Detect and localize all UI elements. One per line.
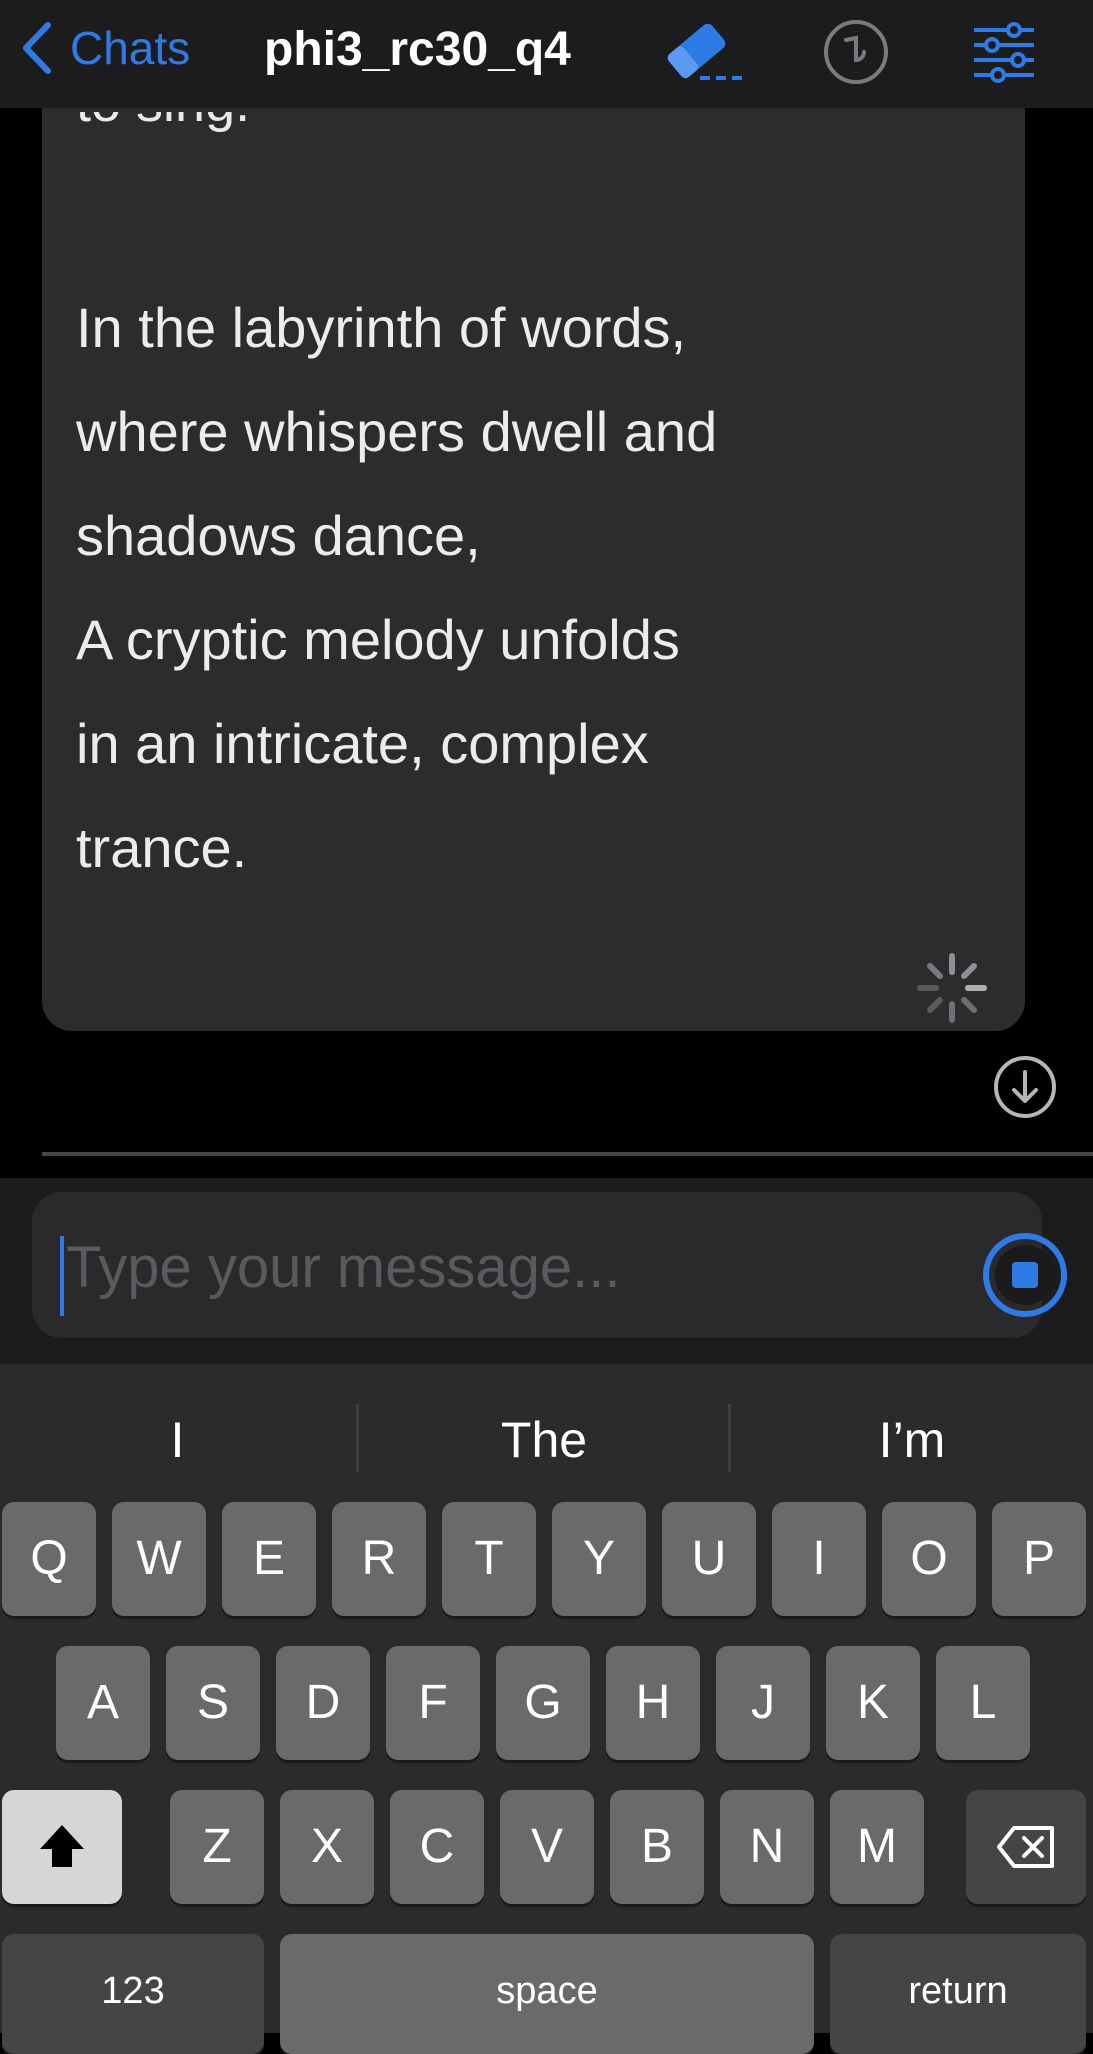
divider — [42, 1152, 1093, 1156]
key-i[interactable]: I — [772, 1502, 866, 1616]
sliders-icon[interactable] — [970, 18, 1038, 86]
key-m[interactable]: M — [830, 1790, 924, 1904]
key-y[interactable]: Y — [552, 1502, 646, 1616]
shift-arrow-icon — [40, 1825, 84, 1867]
composer-bar — [0, 1178, 1093, 1364]
key-q[interactable]: Q — [2, 1502, 96, 1616]
key-k[interactable]: K — [826, 1646, 920, 1760]
suggestion-item[interactable]: I — [0, 1400, 355, 1480]
on-screen-keyboard: I The I’m Q W E R T Y U I O P A S D F G … — [0, 1364, 1093, 2054]
message-line: in an intricate, complex — [76, 712, 649, 775]
chat-scroll-area[interactable]: to sing. In the labyrinth of words, wher… — [0, 108, 1093, 1178]
navigation-bar: Chats phi3_rc30_q4 — [0, 0, 1093, 108]
key-v[interactable]: V — [500, 1790, 594, 1904]
history-icon[interactable] — [820, 16, 892, 88]
assistant-message-bubble[interactable]: to sing. In the labyrinth of words, wher… — [42, 108, 1025, 1031]
key-j[interactable]: J — [716, 1646, 810, 1760]
message-cut-line-container: to sing. — [42, 112, 1025, 182]
backspace-icon — [997, 1826, 1054, 1868]
key-z[interactable]: Z — [170, 1790, 264, 1904]
space-key[interactable]: space — [280, 1934, 814, 2054]
key-r[interactable]: R — [332, 1502, 426, 1616]
message-line: A cryptic melody unfolds — [76, 608, 680, 671]
key-t[interactable]: T — [442, 1502, 536, 1616]
back-button[interactable]: Chats — [22, 18, 190, 78]
message-line: trance. — [76, 816, 248, 879]
chat-title[interactable]: phi3_rc30_q4 — [264, 20, 571, 80]
suggestion-item[interactable]: I’m — [731, 1400, 1093, 1480]
loading-spinner-icon — [917, 953, 987, 1023]
suggestion-item[interactable]: The — [359, 1400, 729, 1480]
key-s[interactable]: S — [166, 1646, 260, 1760]
key-l[interactable]: L — [936, 1646, 1030, 1760]
key-b[interactable]: B — [610, 1790, 704, 1904]
key-g[interactable]: G — [496, 1646, 590, 1760]
scroll-to-bottom-icon[interactable] — [992, 1054, 1058, 1120]
key-x[interactable]: X — [280, 1790, 374, 1904]
shift-key[interactable] — [2, 1790, 122, 1904]
return-key[interactable]: return — [830, 1934, 1086, 2054]
message-line: shadows dance, — [76, 504, 481, 567]
eraser-icon[interactable] — [656, 14, 746, 90]
backspace-key[interactable] — [966, 1790, 1086, 1904]
key-h[interactable]: H — [606, 1646, 700, 1760]
message-text: In the labyrinth of words, where whisper… — [76, 276, 976, 900]
message-input-container[interactable] — [32, 1192, 1067, 1338]
key-e[interactable]: E — [222, 1502, 316, 1616]
back-button-label: Chats — [70, 22, 191, 74]
key-n[interactable]: N — [720, 1790, 814, 1904]
numbers-key[interactable]: 123 — [2, 1934, 264, 2054]
key-p[interactable]: P — [992, 1502, 1086, 1616]
stop-icon[interactable] — [980, 1230, 1070, 1320]
key-f[interactable]: F — [386, 1646, 480, 1760]
key-c[interactable]: C — [390, 1790, 484, 1904]
key-d[interactable]: D — [276, 1646, 370, 1760]
message-cut-line: to sing. — [76, 112, 250, 134]
message-input[interactable] — [64, 1226, 948, 1308]
chevron-left-icon — [23, 22, 51, 74]
key-o[interactable]: O — [882, 1502, 976, 1616]
message-line: where whispers dwell and — [76, 400, 718, 463]
message-line: In the labyrinth of words, — [76, 296, 687, 359]
key-u[interactable]: U — [662, 1502, 756, 1616]
key-a[interactable]: A — [56, 1646, 150, 1760]
key-w[interactable]: W — [112, 1502, 206, 1616]
